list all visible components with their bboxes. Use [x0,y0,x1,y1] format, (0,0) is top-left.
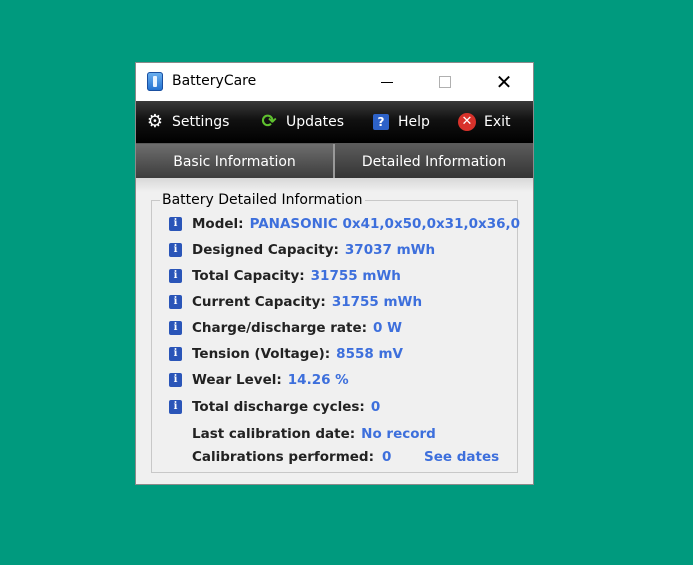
charge-rate-label: Charge/discharge rate: [192,320,368,336]
minimize-button[interactable] [364,63,410,101]
toolbar: ⚙ Settings ⟳ Updates ? Help ✕ Exit [136,101,533,143]
row-voltage: i Tension (Voltage): 8558 mV [136,344,520,364]
tab-basic-information[interactable]: Basic Information [136,144,333,179]
help-label: Help [398,114,430,130]
info-icon: i [169,321,182,335]
row-discharge-cycles: i Total discharge cycles: 0 [136,397,520,417]
help-book-icon: ? [372,113,390,131]
info-icon: i [169,400,182,414]
model-label: Model: [192,216,244,232]
info-icon: i [169,347,182,361]
voltage-value: 8558 mV [336,346,403,362]
row-wear-level: i Wear Level: 14.26 % [136,370,520,390]
close-icon: ✕ [495,70,513,94]
window-title: BatteryCare [172,73,257,89]
wear-level-value: 14.26 % [287,372,349,388]
tab-detailed-information[interactable]: Detailed Information [335,144,533,179]
updates-button[interactable]: ⟳ Updates [260,101,344,143]
info-icon: i [169,295,182,309]
help-button[interactable]: ? Help [372,101,430,143]
discharge-cycles-value: 0 [370,399,381,415]
settings-label: Settings [172,114,230,130]
settings-button[interactable]: ⚙ Settings [146,101,230,143]
title-bar[interactable]: BatteryCare ✕ [136,63,533,101]
updates-label: Updates [286,114,344,130]
discharge-cycles-label: Total discharge cycles: [192,399,365,415]
info-icon: i [169,269,182,283]
tab-bar: Basic Information Detailed Information [136,143,533,179]
designed-capacity-value: 37037 mWh [344,242,436,258]
exit-button[interactable]: ✕ Exit [458,101,511,143]
maximize-button[interactable] [422,63,468,101]
row-charge-rate: i Charge/discharge rate: 0 W [136,318,520,338]
close-button[interactable]: ✕ [481,63,527,101]
maximize-icon [439,76,451,88]
current-capacity-label: Current Capacity: [192,294,326,310]
batterycare-window: BatteryCare ✕ ⚙ Settings ⟳ Updates ? Hel… [135,62,534,485]
model-value: PANASONIC 0x41,0x50,0x31,0x36,0x4D [249,216,520,232]
detailed-info-panel: Battery Detailed Information i Model: PAN… [136,178,533,484]
designed-capacity-label: Designed Capacity: [192,242,339,258]
refresh-icon: ⟳ [261,111,277,132]
see-dates-link[interactable]: See dates [424,449,499,465]
minimize-icon [381,81,393,83]
total-capacity-value: 31755 mWh [310,268,401,284]
voltage-label: Tension (Voltage): [192,346,331,362]
last-calibration-value: No record [361,426,436,442]
info-icon: i [169,243,182,257]
calibrations-performed-value: 0 [381,449,392,465]
battery-app-icon [147,72,163,91]
info-icon: i [169,373,182,387]
total-capacity-label: Total Capacity: [192,268,305,284]
calibrations-performed-label: Calibrations performed: [192,449,374,465]
row-designed-capacity: i Designed Capacity: 37037 mWh [136,240,520,260]
row-current-capacity: i Current Capacity: 31755 mWh [136,292,520,312]
row-last-calibration: Last calibration date: No record [136,424,520,444]
row-calibrations-performed: Calibrations performed: 0 See dates [136,447,520,467]
current-capacity-value: 31755 mWh [331,294,423,310]
info-icon: i [169,217,182,231]
wear-level-label: Wear Level: [192,372,282,388]
row-total-capacity: i Total Capacity: 31755 mWh [136,266,520,286]
group-title: Battery Detailed Information [160,192,365,208]
charge-rate-value: 0 W [373,320,403,336]
last-calibration-label: Last calibration date: [192,426,356,442]
exit-label: Exit [484,114,511,130]
exit-icon: ✕ [458,113,476,131]
row-model: i Model: PANASONIC 0x41,0x50,0x31,0x36,0x… [136,214,520,234]
gear-icon: ⚙ [146,111,164,132]
